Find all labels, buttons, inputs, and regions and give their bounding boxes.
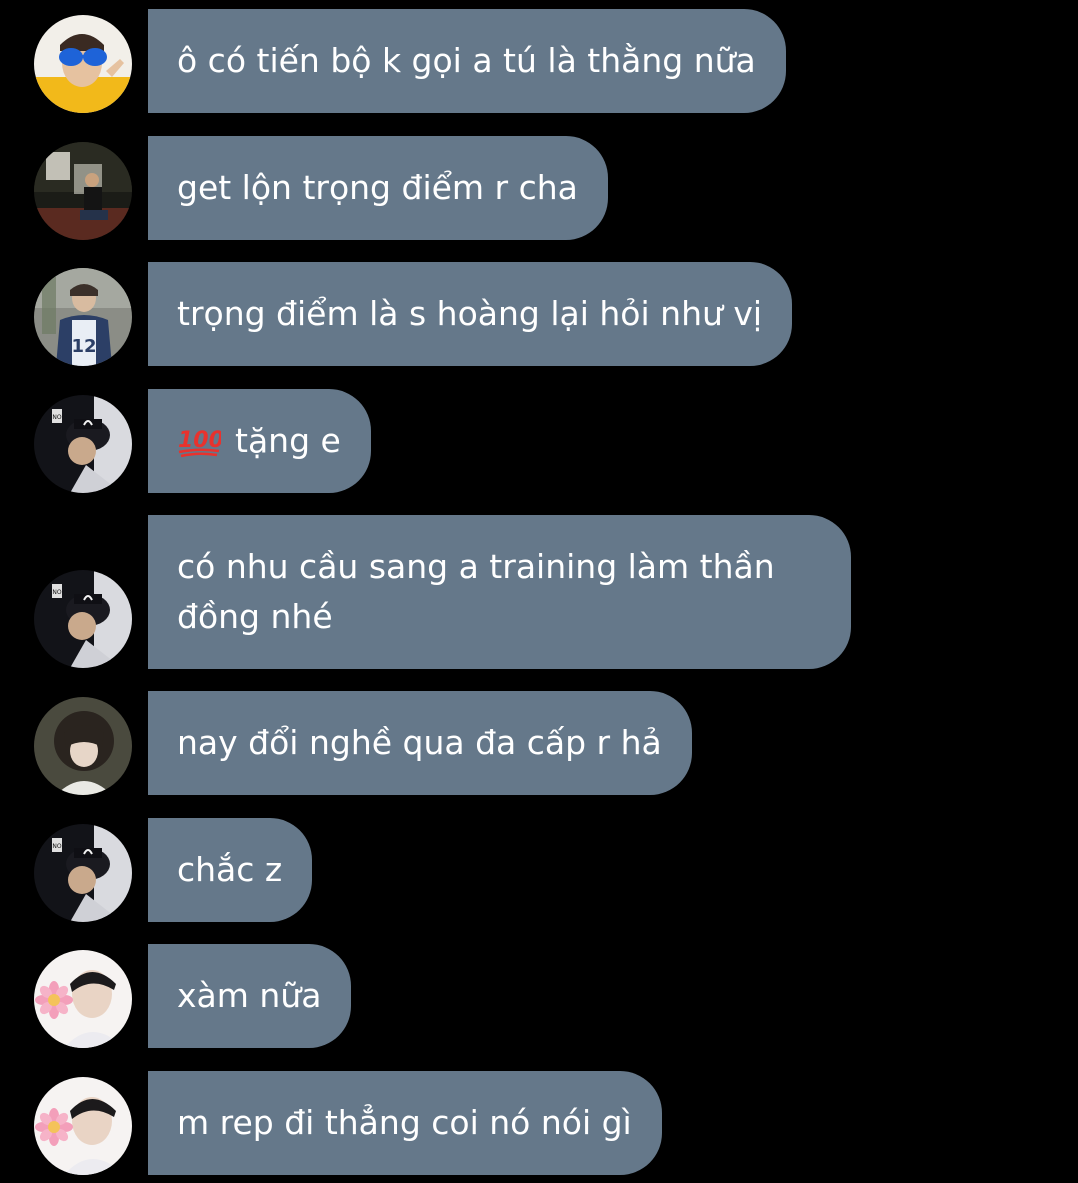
message-text: tặng e xyxy=(235,421,341,460)
message-bubble[interactable]: có nhu cầu sang a training làm thần đồng… xyxy=(148,515,851,669)
message-text: chắc z xyxy=(177,850,283,889)
avatar-jersey-12[interactable] xyxy=(34,268,132,366)
message-text: có nhu cầu sang a training làm thần đồng… xyxy=(177,547,775,636)
message-text: ô có tiến bộ k gọi a tú là thằng nữa xyxy=(177,41,756,80)
message-text: nay đổi nghề qua đa cấp r hả xyxy=(177,723,662,762)
avatar-cap-boy[interactable] xyxy=(34,824,132,922)
avatar-yellow-sunglasses[interactable] xyxy=(34,15,132,113)
message-bubble[interactable]: m rep đi thẳng coi nó nói gì xyxy=(148,1071,662,1175)
avatar-night-street[interactable] xyxy=(34,142,132,240)
message-text: trọng điểm là s hoàng lại hỏi như vị xyxy=(177,294,763,333)
message-text: xàm nữa xyxy=(177,976,322,1015)
message-bubble[interactable]: nay đổi nghề qua đa cấp r hả xyxy=(148,691,692,795)
message-bubble[interactable]: get lộn trọng điểm r cha xyxy=(148,136,608,240)
avatar-cap-boy[interactable] xyxy=(34,570,132,668)
avatar-cap-boy[interactable] xyxy=(34,395,132,493)
avatar-flower-boy[interactable] xyxy=(34,1077,132,1175)
hundred-points-icon: 100 xyxy=(178,428,221,458)
message-bubble[interactable]: chắc z xyxy=(148,818,313,922)
message-bubble[interactable]: ô có tiến bộ k gọi a tú là thằng nữa xyxy=(148,9,786,113)
avatar-flower-boy[interactable] xyxy=(34,950,132,1048)
avatar-curly-hair[interactable] xyxy=(34,697,132,795)
message-bubble[interactable]: 100 tặng e xyxy=(148,389,371,493)
message-bubble[interactable]: trọng điểm là s hoàng lại hỏi như vị xyxy=(148,262,793,366)
message-bubble[interactable]: xàm nữa xyxy=(148,944,352,1048)
message-text: m rep đi thẳng coi nó nói gì xyxy=(177,1103,632,1142)
message-text: get lộn trọng điểm r cha xyxy=(177,168,578,207)
